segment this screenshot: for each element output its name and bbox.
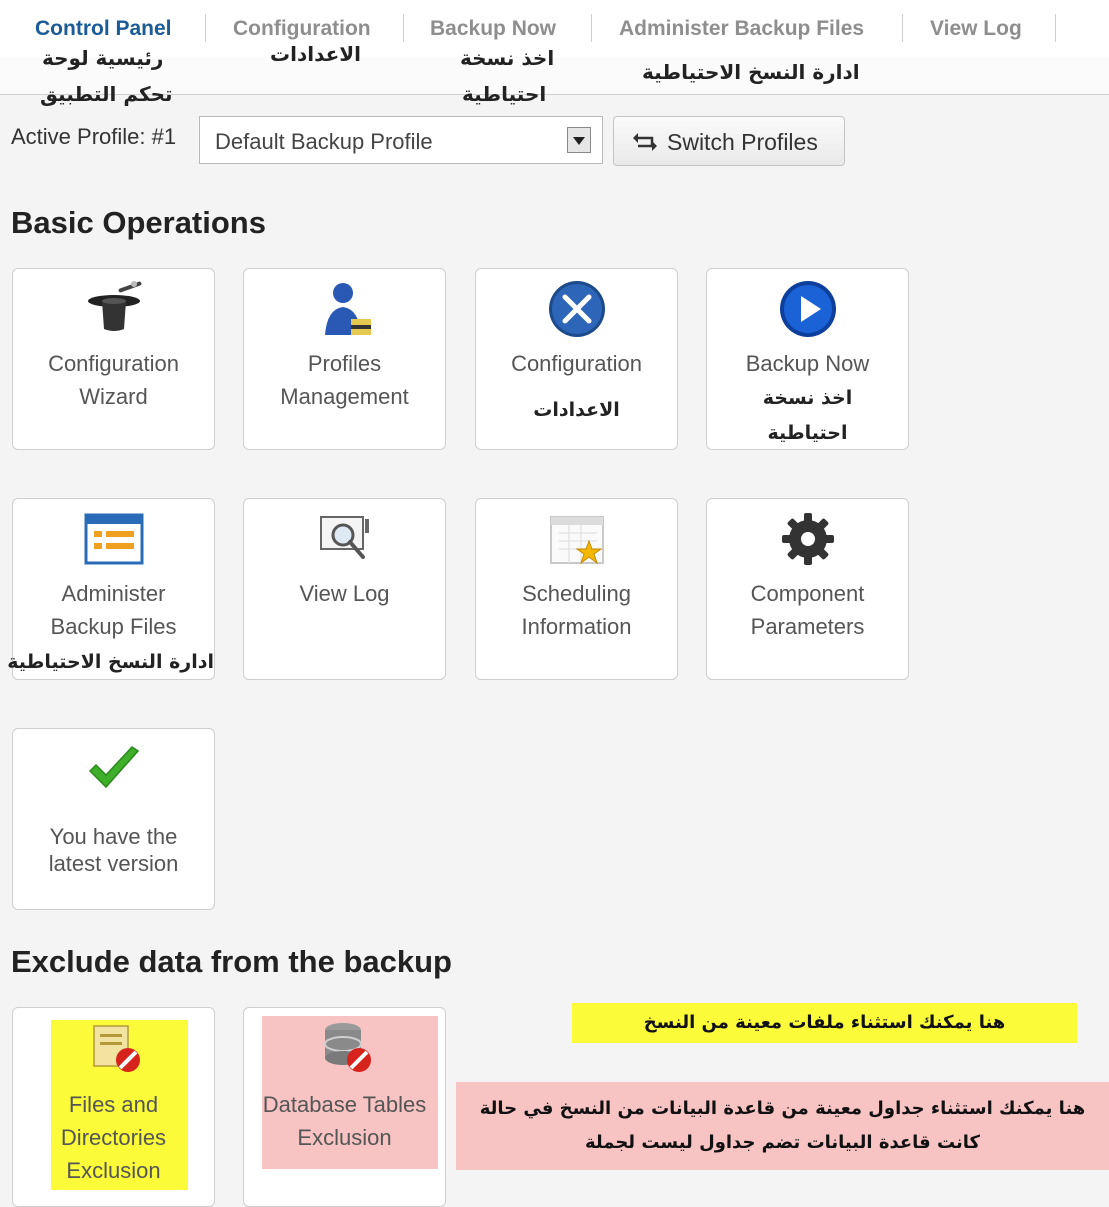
card-label: Backup Now bbox=[745, 351, 870, 376]
tab-divider bbox=[902, 14, 903, 42]
database-exclude-icon bbox=[324, 1023, 371, 1072]
play-icon bbox=[780, 281, 836, 337]
card-label: Component Parameters bbox=[750, 581, 865, 639]
tab-annotation: ادارة النسخ الاحتياطية bbox=[642, 60, 860, 84]
files-directories-exclusion-card[interactable]: Files and Directories Exclusion bbox=[12, 1007, 215, 1207]
files-exclusion-note: هنا يمكنك استثناء ملفات معينة من النسخ bbox=[572, 1003, 1077, 1043]
card-label: Database Tables Exclusion bbox=[262, 1092, 427, 1150]
exclude-heading: Exclude data from the backup bbox=[11, 944, 452, 979]
card-label: View Log bbox=[299, 581, 390, 606]
tab-divider bbox=[1055, 14, 1056, 42]
card-annotation: الاعدادات bbox=[533, 399, 620, 421]
database-exclusion-note: هنا يمكنك استثناء جداول معينة من قاعدة ا… bbox=[456, 1082, 1109, 1170]
basic-operations-heading: Basic Operations bbox=[11, 205, 266, 240]
gear-icon bbox=[782, 513, 834, 565]
configuration-wizard-card[interactable]: Configuration Wizard bbox=[12, 268, 215, 450]
tab-annotation: اخذ نسخة bbox=[460, 46, 555, 70]
tab-control-panel[interactable]: Control Panel bbox=[35, 17, 172, 41]
card-label: Files and Directories Exclusion bbox=[60, 1092, 167, 1183]
component-parameters-card[interactable]: Component Parameters bbox=[706, 498, 909, 680]
view-log-card[interactable]: View Log bbox=[243, 498, 446, 680]
active-profile-label: Active Profile: #1 bbox=[11, 124, 177, 149]
tab-divider bbox=[403, 14, 404, 42]
switch-profiles-label: Switch Profiles bbox=[667, 129, 818, 155]
card-label: Profiles Management bbox=[280, 351, 409, 409]
magic-hat-icon bbox=[88, 281, 142, 331]
card-annotation: ادارة النسخ الاحتياطية bbox=[7, 651, 214, 673]
card-label: Scheduling Information bbox=[521, 581, 632, 639]
database-tables-exclusion-card[interactable]: Database Tables Exclusion bbox=[243, 1007, 446, 1207]
profile-user-icon bbox=[325, 283, 371, 335]
profile-select[interactable]: Default Backup Profile bbox=[199, 116, 603, 164]
tab-annotation: رئيسية لوحة bbox=[42, 46, 164, 70]
scheduling-information-card[interactable]: Scheduling Information bbox=[475, 498, 678, 680]
tab-annotation: احتياطية bbox=[462, 82, 547, 106]
log-magnifier-icon bbox=[320, 516, 369, 559]
calendar-star-icon bbox=[550, 516, 604, 565]
checkmark-icon bbox=[88, 746, 140, 789]
configuration-card[interactable]: Configuration الاعدادات bbox=[475, 268, 678, 450]
tab-annotation: الاعدادات bbox=[270, 42, 362, 66]
card-annotation: اخذ نسخة bbox=[762, 387, 853, 409]
backup-now-card[interactable]: Backup Now اخذ نسخة احتياطية bbox=[706, 268, 909, 450]
tab-backup-now[interactable]: Backup Now bbox=[430, 17, 556, 41]
folder-exclude-icon bbox=[93, 1025, 140, 1072]
card-label: Configuration Wizard bbox=[48, 351, 179, 409]
profile-select-value: Default Backup Profile bbox=[215, 129, 433, 154]
card-annotation: احتياطية bbox=[767, 422, 848, 444]
switch-profiles-button[interactable]: Switch Profiles bbox=[613, 116, 845, 166]
tab-bar: Control Panel Configuration Backup Now A… bbox=[0, 0, 1109, 58]
tab-annotation: تحكم التطبيق bbox=[40, 82, 173, 106]
tab-administer-backup-files[interactable]: Administer Backup Files bbox=[619, 17, 864, 41]
swap-icon bbox=[633, 133, 657, 151]
tools-icon bbox=[549, 281, 605, 337]
profiles-management-card[interactable]: Profiles Management bbox=[243, 268, 446, 450]
card-label: Configuration bbox=[511, 351, 642, 376]
card-label: Administer Backup Files bbox=[50, 581, 177, 639]
card-label: You have the latest version bbox=[48, 824, 179, 876]
backup-files-list-icon bbox=[84, 513, 144, 565]
tab-divider bbox=[205, 14, 206, 42]
administer-backup-files-card[interactable]: Administer Backup Files ادارة النسخ الاح… bbox=[7, 498, 215, 680]
dropdown-arrow-icon[interactable] bbox=[567, 127, 591, 153]
tab-configuration[interactable]: Configuration bbox=[233, 17, 371, 41]
tab-divider bbox=[591, 14, 592, 42]
version-status-card[interactable]: You have the latest version bbox=[12, 728, 215, 910]
tab-view-log[interactable]: View Log bbox=[930, 17, 1022, 41]
